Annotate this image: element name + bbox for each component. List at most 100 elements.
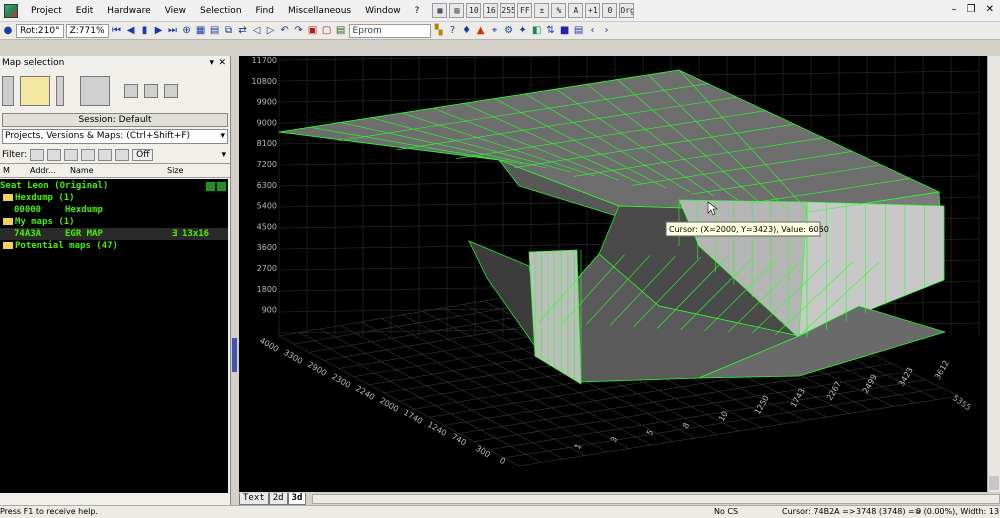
zero-icon[interactable]: 0 — [602, 3, 618, 18]
chip-icon[interactable]: ▚ — [433, 25, 445, 37]
decimal-10-button[interactable]: 10 — [466, 3, 482, 18]
view-list-icon[interactable]: ▤ — [449, 3, 465, 18]
settings-map-icon[interactable] — [164, 84, 178, 98]
tools-icon[interactable]: ✦ — [517, 25, 529, 37]
col-addr[interactable]: Addr... — [22, 166, 62, 175]
filter-3d-icon[interactable] — [64, 148, 79, 161]
expand-icon[interactable] — [206, 182, 215, 191]
original-icon[interactable]: Org — [619, 3, 635, 18]
zoom-icon[interactable]: ⊕ — [181, 25, 193, 37]
view-grid-icon[interactable]: ▦ — [432, 3, 448, 18]
signed-icon[interactable]: ± — [534, 3, 550, 18]
menu-window[interactable]: Window — [358, 0, 408, 22]
open-folder-icon[interactable] — [20, 76, 50, 106]
next-icon[interactable]: ▶ — [153, 25, 165, 37]
tree-folder-potential[interactable]: Potential maps (47) — [0, 240, 228, 252]
record-icon[interactable]: ● — [2, 25, 14, 37]
map-3d-view[interactable]: 11700 10800 9900 9000 8100 7200 6300 5400 4500 36… — [239, 56, 987, 492]
restore-icon[interactable]: ❐ — [967, 4, 976, 15]
close-panel-icon[interactable]: ✕ — [218, 56, 226, 71]
page-icon[interactable]: ▮ — [139, 25, 151, 37]
zoom-field[interactable]: Z:771% — [65, 23, 109, 38]
tree-item-hexdump[interactable]: 00000 Hexdump — [0, 204, 228, 216]
project-search-combobox[interactable]: Projects, Versions & Maps: (Ctrl+Shift+F… — [2, 129, 228, 144]
prev-icon[interactable]: ◀ — [125, 25, 137, 37]
vertical-scrollbar[interactable] — [987, 56, 1000, 492]
horizontal-scrollbar[interactable] — [312, 493, 1000, 504]
import-icon[interactable] — [80, 76, 110, 106]
color-icon[interactable]: ■ — [559, 25, 571, 37]
menu-view[interactable]: View — [158, 0, 193, 22]
table-icon[interactable]: ▦ — [195, 25, 207, 37]
rotation-field[interactable]: Rot:210° — [16, 23, 64, 38]
back-icon[interactable]: ◁ — [251, 25, 263, 37]
undo-icon[interactable]: ↶ — [279, 25, 291, 37]
filter-1d-icon[interactable] — [30, 148, 45, 161]
first-icon[interactable]: ⏮ — [111, 25, 123, 37]
col-m[interactable]: M — [0, 166, 22, 175]
chart-icon[interactable]: ▤ — [209, 25, 221, 37]
filter-2d-icon[interactable] — [47, 148, 62, 161]
wrench-icon[interactable]: ⚙ — [503, 25, 515, 37]
tree-folder-my-maps[interactable]: My maps (1) — [0, 216, 228, 228]
hex-16-button[interactable]: 16 — [483, 3, 499, 18]
panel-splitter[interactable] — [231, 56, 239, 505]
hex-ff-button[interactable]: FF — [517, 3, 533, 18]
tab-3d[interactable]: 3d — [287, 492, 307, 505]
last-icon[interactable]: ⏭ — [167, 25, 179, 37]
p-icon[interactable]: ▤ — [335, 25, 347, 37]
close-icon[interactable]: ✕ — [986, 4, 994, 15]
map-icon[interactable]: ◧ — [531, 25, 543, 37]
delta-icon[interactable]: A — [568, 3, 584, 18]
menu-miscellaneous[interactable]: Miscellaneous — [281, 0, 358, 22]
tab-text[interactable]: Text — [239, 492, 269, 505]
fire-icon[interactable]: ▲ — [475, 25, 487, 37]
box-icon[interactable]: ▣ — [307, 25, 319, 37]
layers-icon[interactable]: ▤ — [573, 25, 585, 37]
collapse-icon[interactable] — [217, 182, 226, 191]
new-project-icon[interactable] — [2, 76, 14, 106]
filter-c-icon[interactable] — [115, 148, 130, 161]
filter-dropdown-icon[interactable]: ▾ — [221, 150, 226, 160]
byte-255-button[interactable]: 255 — [500, 3, 516, 18]
filter-a-icon[interactable] — [81, 148, 96, 161]
dropdown-icon[interactable] — [56, 76, 64, 106]
chevron-down-icon[interactable]: ▾ — [220, 130, 225, 143]
eprom-select[interactable]: Eprom — [348, 23, 431, 38]
arrows-icon[interactable]: ⇄ — [237, 25, 249, 37]
minimize-icon[interactable]: – — [952, 4, 957, 15]
pin-panel-icon[interactable]: ▾ — [209, 56, 214, 71]
menu-hardware[interactable]: Hardware — [100, 0, 157, 22]
redo-icon[interactable]: ↷ — [293, 25, 305, 37]
menu-selection[interactable]: Selection — [193, 0, 248, 22]
hierarchy-icon[interactable]: ⌖ — [489, 25, 501, 37]
menu-find[interactable]: Find — [249, 0, 281, 22]
nav-back-icon[interactable]: ‹ — [587, 25, 599, 37]
sort-icon[interactable]: ⇅ — [545, 25, 557, 37]
menu-edit[interactable]: Edit — [69, 0, 100, 22]
copy-icon[interactable]: ⧉ — [223, 25, 235, 37]
forward-icon[interactable]: ▷ — [265, 25, 277, 37]
col-size[interactable]: Size — [167, 166, 207, 175]
pin-icon[interactable]: ♦ — [461, 25, 473, 37]
v-icon[interactable]: ▢ — [321, 25, 333, 37]
filter-b-icon[interactable] — [98, 148, 113, 161]
collapse-arrow-icon[interactable] — [232, 338, 237, 372]
tree-folder-hexdump[interactable]: Hexdump (1) — [0, 192, 228, 204]
scroll-thumb[interactable] — [989, 476, 999, 490]
help-icon[interactable]: ? — [447, 25, 459, 37]
export-map-icon[interactable] — [124, 84, 138, 98]
tree-root[interactable]: Seat Leon (Original) — [0, 180, 228, 192]
col-name[interactable]: Name — [62, 166, 167, 175]
percent-icon[interactable]: % — [551, 3, 567, 18]
search-map-icon[interactable] — [144, 84, 158, 98]
tree-item-egr-map[interactable]: 74A3A EGR MAP ∃ 13x16 — [0, 228, 228, 240]
tab-2d[interactable]: 2d — [268, 492, 288, 505]
nav-forward-icon[interactable]: › — [601, 25, 613, 37]
surface-plot[interactable]: 1170010800990090008100720063005400450036… — [239, 56, 987, 492]
menu-help[interactable]: ? — [408, 0, 427, 22]
session-button[interactable]: Session: Default — [2, 113, 228, 127]
plus-one-icon[interactable]: +1 — [585, 3, 601, 18]
menu-project[interactable]: Project — [24, 0, 69, 22]
filter-off-button[interactable]: Off — [132, 148, 154, 161]
